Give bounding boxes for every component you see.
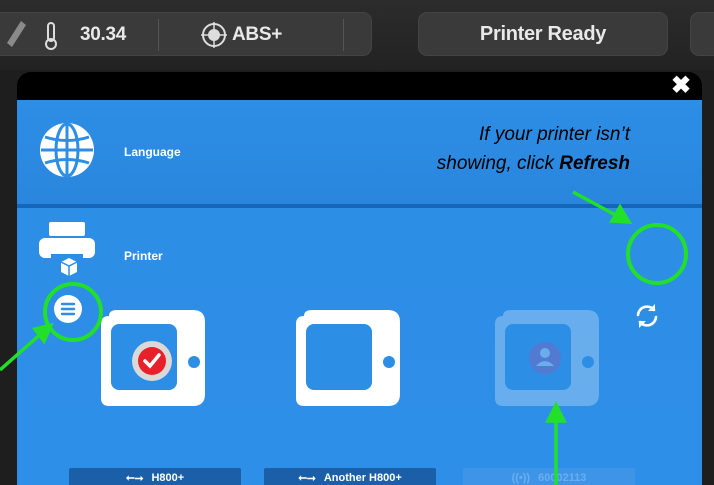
annotation-overlay: [0, 190, 688, 485]
menu-arrow: [0, 330, 45, 372]
unavailable-printer-arrowhead: [545, 401, 567, 423]
menu-highlight-circle: [43, 282, 103, 342]
refresh-arrow: [572, 190, 622, 220]
refresh-arrowhead: [609, 203, 633, 224]
refresh-highlight-circle: [626, 223, 688, 285]
